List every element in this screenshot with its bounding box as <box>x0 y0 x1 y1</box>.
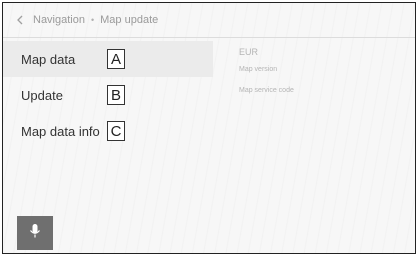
region-value: EUR <box>239 47 259 57</box>
map-service-code-label: Map service code <box>239 87 294 94</box>
menu-item-label: Map data info <box>21 123 100 139</box>
callout-marker-b: B <box>107 85 125 105</box>
voice-command-button[interactable] <box>17 216 53 250</box>
menu-item-map-data-info[interactable]: Map data info C <box>3 113 213 149</box>
menu-item-label: Map data <box>21 51 76 67</box>
map-update-screen: Navigation • Map update Map data A Updat… <box>2 2 416 254</box>
menu-item-label: Update <box>21 87 63 103</box>
page-title: Map update <box>100 14 159 26</box>
back-chevron-icon[interactable] <box>13 13 27 27</box>
map-update-menu: Map data A Update B Map data info C <box>3 41 213 149</box>
header-divider <box>3 37 415 38</box>
menu-item-map-data[interactable]: Map data A <box>3 41 213 77</box>
map-version-label: Map version <box>239 66 278 73</box>
map-details-panel: EUR Map version Map service code <box>239 47 294 108</box>
breadcrumb-separator: • <box>90 15 95 25</box>
breadcrumb-navigation[interactable]: Navigation <box>33 14 85 26</box>
callout-marker-c: C <box>107 121 125 141</box>
callout-marker-a: A <box>107 49 125 69</box>
microphone-icon <box>29 223 41 244</box>
header-bar: Navigation • Map update <box>3 3 415 37</box>
menu-item-update[interactable]: Update B <box>3 77 213 113</box>
